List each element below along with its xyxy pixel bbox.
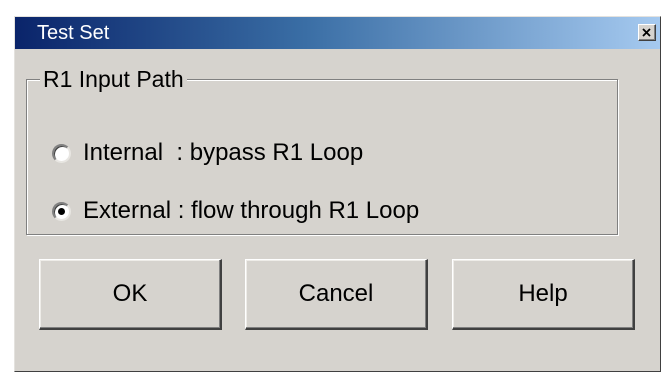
group-label: R1 Input Path: [40, 65, 187, 93]
option-internal[interactable]: Internal : bypass R1 Loop: [52, 138, 363, 168]
radio-dot-icon: [58, 207, 65, 215]
option-external-label[interactable]: External : flow through R1 Loop: [83, 197, 419, 225]
window-title: Test Set: [37, 22, 110, 44]
radio-external[interactable]: [52, 201, 71, 221]
option-external[interactable]: External : flow through R1 Loop: [52, 196, 419, 226]
cancel-button[interactable]: Cancel: [245, 259, 428, 330]
radio-internal[interactable]: [52, 143, 71, 163]
help-button[interactable]: Help: [452, 259, 635, 330]
title-bar[interactable]: Test Set: [15, 17, 660, 49]
close-icon: [642, 28, 651, 37]
option-internal-label[interactable]: Internal : bypass R1 Loop: [83, 139, 363, 167]
close-button[interactable]: [638, 24, 656, 41]
ok-button[interactable]: OK: [39, 259, 222, 330]
